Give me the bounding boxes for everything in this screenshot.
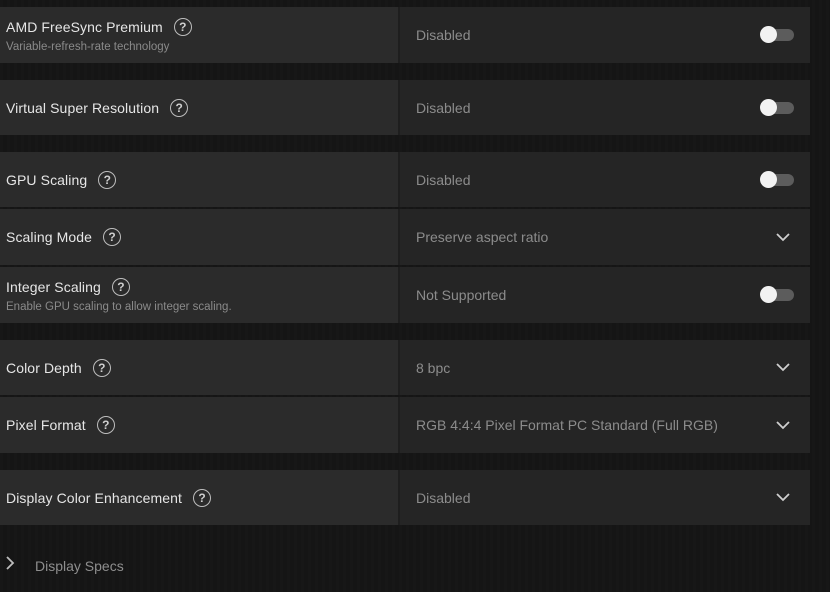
toggle-knob [760,98,777,116]
setting-value: Disabled [416,27,471,43]
setting-label-cell: GPU Scaling ? [0,152,400,207]
setting-label-cell: AMD FreeSync Premium ? Variable-refresh-… [0,7,400,63]
integer-scaling-toggle[interactable] [760,286,794,303]
title-line: Pixel Format ? [6,416,398,434]
setting-value: Disabled [416,489,471,506]
title-line: Virtual Super Resolution ? [6,98,398,117]
display-specs-expander[interactable]: Display Specs [6,556,124,575]
chevron-down-icon [776,230,790,244]
setting-row-scaling-mode[interactable]: Scaling Mode ? Preserve aspect ratio [0,209,810,265]
setting-label-cell: Integer Scaling ? Enable GPU scaling to … [0,267,400,323]
setting-value: Disabled [416,171,471,188]
setting-label-cell: Display Color Enhancement ? [0,470,400,525]
scaling-mode-dropdown[interactable]: Preserve aspect ratio [400,209,810,265]
help-icon[interactable]: ? [103,228,122,246]
toggle-knob [760,286,777,303]
setting-value: Not Supported [416,287,507,303]
setting-value: Disabled [416,99,471,116]
setting-row-virtual-super-resolution: Virtual Super Resolution ? Disabled [0,80,810,135]
title-line: AMD FreeSync Premium ? [6,17,398,36]
help-icon[interactable]: ? [111,277,130,296]
setting-row-freesync: AMD FreeSync Premium ? Variable-refresh-… [0,7,810,63]
title-line: Display Color Enhancement ? [6,488,398,507]
setting-value-cell: Disabled [400,152,810,207]
pixel-format-dropdown[interactable]: RGB 4:4:4 Pixel Format PC Standard (Full… [400,397,810,453]
setting-subtext: Enable GPU scaling to allow integer scal… [6,300,232,313]
setting-value: Preserve aspect ratio [416,229,549,245]
setting-label-cell: Scaling Mode ? [0,209,400,265]
help-icon[interactable]: ? [92,358,111,377]
setting-label: Color Depth [6,359,82,376]
setting-label-cell: Virtual Super Resolution ? [0,80,400,135]
title-line: Scaling Mode ? [6,228,398,246]
color-depth-dropdown[interactable]: 8 bpc [400,340,810,395]
toggle-knob [760,26,777,43]
help-icon[interactable]: ? [173,17,192,36]
freesync-toggle[interactable] [760,26,794,43]
setting-row-gpu-scaling: GPU Scaling ? Disabled [0,152,810,207]
help-icon[interactable]: ? [96,416,115,434]
setting-row-display-color-enhancement[interactable]: Display Color Enhancement ? Disabled [0,470,810,525]
title-line: GPU Scaling ? [6,170,398,189]
help-icon[interactable]: ? [170,98,189,117]
setting-label-cell: Pixel Format ? [0,397,400,453]
setting-row-pixel-format[interactable]: Pixel Format ? RGB 4:4:4 Pixel Format PC… [0,397,810,453]
title-line: Integer Scaling ? [6,277,398,296]
setting-label: Pixel Format [6,417,86,433]
setting-value-cell: Disabled [400,7,810,63]
title-line: Color Depth ? [6,358,398,377]
setting-label-cell: Color Depth ? [0,340,400,395]
display-color-enhancement-dropdown[interactable]: Disabled [400,470,810,525]
display-specs-label: Display Specs [35,557,124,574]
setting-label: Scaling Mode [6,229,93,245]
gpu-scaling-toggle[interactable] [760,170,794,188]
setting-value-cell: Not Supported [400,267,810,323]
chevron-down-icon [776,361,790,375]
chevron-down-icon [776,491,790,505]
chevron-right-icon [6,556,15,575]
setting-label: Display Color Enhancement [6,489,183,506]
setting-label: Virtual Super Resolution [6,99,160,116]
virtual-super-resolution-toggle[interactable] [760,98,794,116]
setting-value: 8 bpc [416,359,451,376]
toggle-knob [760,170,777,188]
setting-label: Integer Scaling [6,278,101,295]
chevron-down-icon [776,418,790,432]
setting-label: GPU Scaling [6,171,88,188]
setting-label: AMD FreeSync Premium [6,18,163,35]
setting-subtext: Variable-refresh-rate technology [6,40,170,53]
setting-value: RGB 4:4:4 Pixel Format PC Standard (Full… [416,417,718,433]
setting-value-cell: Disabled [400,80,810,135]
setting-row-integer-scaling: Integer Scaling ? Enable GPU scaling to … [0,267,810,323]
setting-row-color-depth[interactable]: Color Depth ? 8 bpc [0,340,810,395]
help-icon[interactable]: ? [193,488,212,507]
help-icon[interactable]: ? [98,170,117,189]
